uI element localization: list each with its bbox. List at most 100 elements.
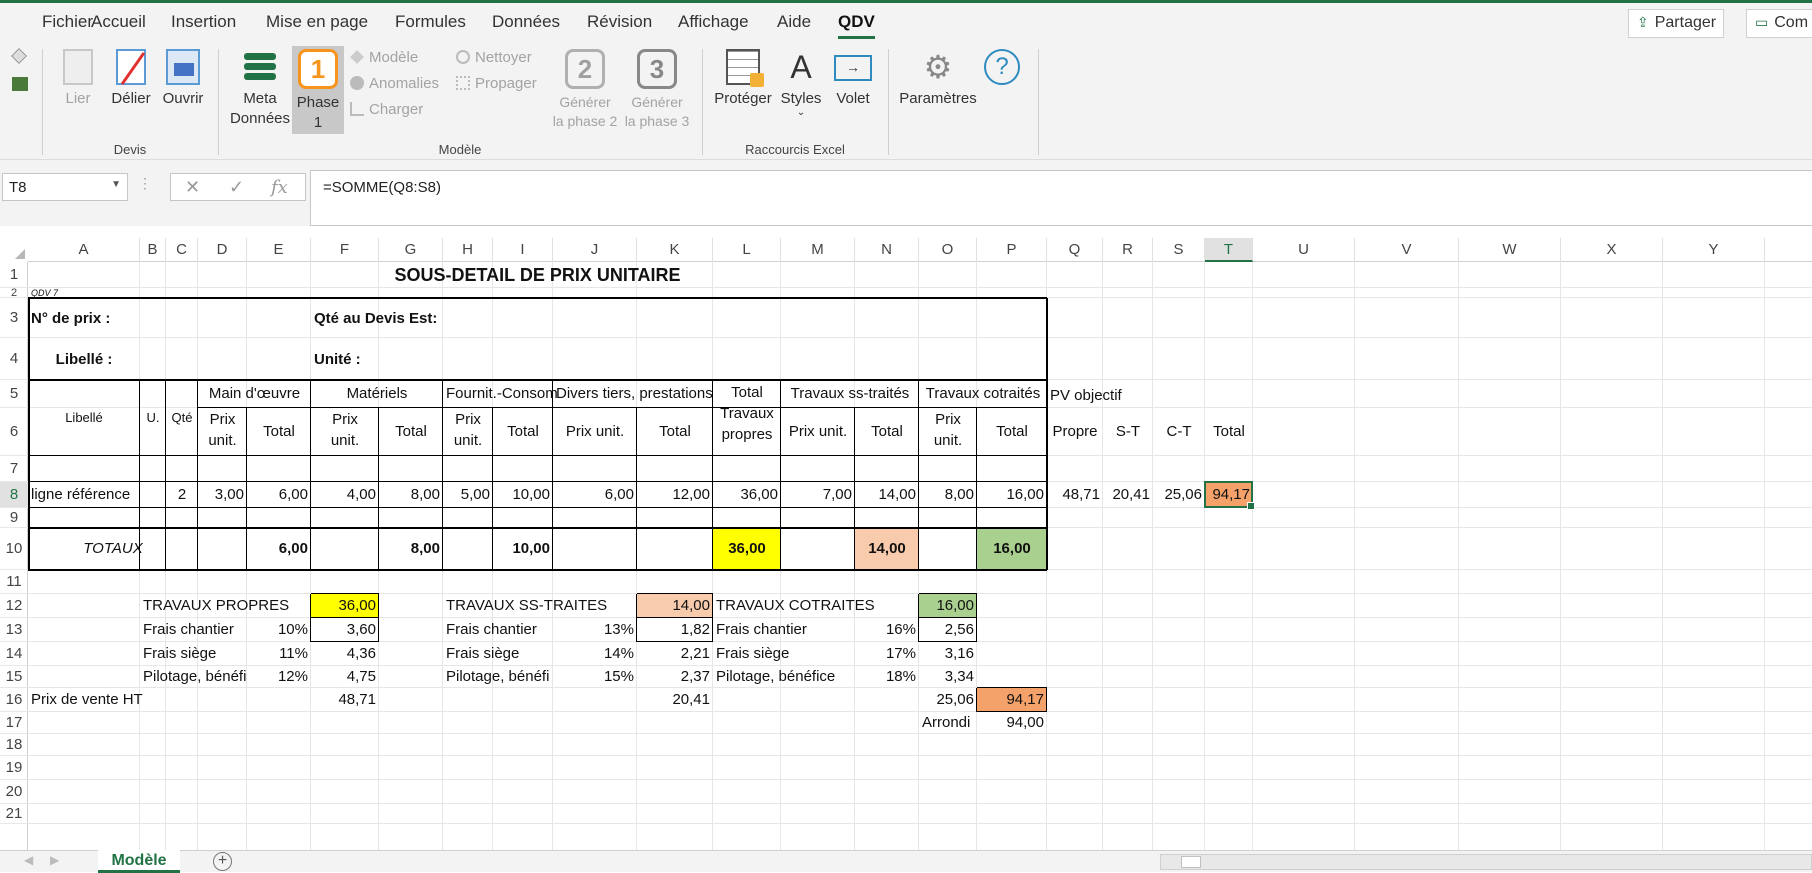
horizontal-scrollbar[interactable] [1160,854,1812,870]
tab-donnees[interactable]: Données [492,12,560,32]
row-header-4[interactable]: 4 [0,338,28,380]
check-icon[interactable]: ✓ [229,177,244,198]
function-icon[interactable]: fx [271,177,288,198]
tab-qdv[interactable]: QDV [838,12,875,39]
delier-button[interactable]: Délier [108,49,154,109]
column-header-s[interactable]: S [1153,238,1205,262]
modele-button[interactable]: Modèle [350,49,418,66]
table-green-icon[interactable] [12,77,28,91]
column-header-w[interactable]: W [1459,238,1561,262]
cube-icon[interactable] [11,48,27,64]
total-n: 14,00 [868,540,906,557]
row-header-1[interactable]: 1 [0,262,28,288]
phase-1-button[interactable]: 1 Phase 1 [292,46,344,134]
row-header-2[interactable]: 2 [0,288,28,299]
column-header-u[interactable]: U [1253,238,1355,262]
worksheet-grid[interactable]: SOUS-DETAIL DE PRIX UNITAIRE QDV 7 N° de p… [28,262,1812,850]
cell-o8: 8,00 [944,486,974,503]
column-header-b[interactable]: B [140,238,166,262]
row-header-8[interactable]: 8 [0,482,28,508]
tab-aide[interactable]: Aide [777,12,811,32]
tab-fichier[interactable]: Fichier [42,12,93,32]
column-header-i[interactable]: I [493,238,553,262]
scroll-right-icon[interactable]: ▶ [50,853,59,867]
row-header-20[interactable]: 20 [0,780,28,804]
column-header-x[interactable]: X [1561,238,1663,262]
formula-input[interactable]: =SOMME(Q8:S8) [310,170,1812,226]
row-header-21[interactable]: 21 [0,804,28,824]
ouvrir-button[interactable]: Ouvrir [160,49,206,109]
scroll-left-icon[interactable]: ◀ [24,853,33,867]
column-header-v[interactable]: V [1355,238,1459,262]
chevron-down-icon[interactable]: ▼ [111,179,121,190]
column-header-l[interactable]: L [713,238,781,262]
tab-revision[interactable]: Révision [587,12,652,32]
recap-st-fs-pct: 14% [603,645,634,662]
meta-donnees-button[interactable]: Meta Données [226,49,294,129]
share-button[interactable]: ⇪ Partager [1628,9,1724,38]
anomalies-button[interactable]: Anomalies [350,75,439,92]
row-header-5[interactable]: 5 [0,380,28,408]
column-header-c[interactable]: C [166,238,198,262]
row-header-16[interactable]: 16 [0,688,28,712]
row-header-13[interactable]: 13 [0,618,28,642]
column-header-q[interactable]: Q [1047,238,1103,262]
tab-formules[interactable]: Formules [395,12,466,32]
styles-button[interactable]: A Styles ⌄ [778,49,824,118]
row-header-11[interactable]: 11 [0,570,28,594]
tab-affichage[interactable]: Affichage [678,12,749,32]
tab-accueil[interactable]: Accueil [91,12,146,32]
cancel-icon[interactable]: ✕ [185,177,200,198]
column-header-n[interactable]: N [855,238,919,262]
row-header-6[interactable]: 6 [0,408,28,456]
column-header-r[interactable]: R [1103,238,1153,262]
tab-insertion[interactable]: Insertion [171,12,236,32]
row-header-18[interactable]: 18 [0,734,28,756]
sheet-tab-modele[interactable]: Modèle [98,850,180,873]
volet-button[interactable]: → Volet [830,49,876,109]
subheader-total: Total [659,423,691,440]
lier-button[interactable]: Lier [60,49,96,109]
recap-st-fs-label: Frais siège [446,645,520,662]
column-header-y[interactable]: Y [1663,238,1765,262]
column-header-f[interactable]: F [311,238,379,262]
column-header-k[interactable]: K [637,238,713,262]
selected-cell-t8[interactable] [1204,481,1255,510]
parametres-button[interactable]: ⚙ Paramètres [896,49,980,109]
row-header-10[interactable]: 10 [0,528,28,570]
recap-ct-fs-pct: 17% [885,645,916,662]
row-header-17[interactable]: 17 [0,712,28,734]
link-doc-icon [63,49,93,85]
generer-phase-2-button[interactable]: 2 Générer la phase 2 [550,49,620,131]
generer-phase-3-button[interactable]: 3 Générer la phase 3 [622,49,692,131]
nettoyer-button[interactable]: Nettoyer [456,49,532,66]
column-header-o[interactable]: O [919,238,977,262]
column-header-t[interactable]: T [1205,238,1253,262]
row-header-3[interactable]: 3 [0,298,28,338]
column-header-g[interactable]: G [379,238,443,262]
name-box[interactable]: T8 ▼ [2,173,128,201]
row-header-12[interactable]: 12 [0,594,28,618]
column-header-e[interactable]: E [247,238,311,262]
column-header-j[interactable]: J [553,238,637,262]
charger-button[interactable]: Charger [350,101,423,118]
row-header-7[interactable]: 7 [0,456,28,482]
column-header-h[interactable]: H [443,238,493,262]
comment-icon: ▭ [1755,14,1769,30]
row-header-14[interactable]: 14 [0,642,28,666]
column-header-m[interactable]: M [781,238,855,262]
select-all-corner[interactable] [0,238,28,262]
help-button[interactable]: ? [982,49,1022,89]
row-header-9[interactable]: 9 [0,508,28,528]
propager-button[interactable]: Propager [456,75,537,92]
proteger-button[interactable]: Protéger [710,49,776,109]
column-header-d[interactable]: D [198,238,247,262]
column-header-p[interactable]: P [977,238,1047,262]
row-header-19[interactable]: 19 [0,756,28,780]
column-header-a[interactable]: A [28,238,140,262]
row-header-15[interactable]: 15 [0,666,28,688]
tab-mise-en-page[interactable]: Mise en page [266,12,368,32]
comments-button[interactable]: ▭ Com [1746,9,1812,38]
scrollbar-thumb[interactable] [1181,856,1201,868]
add-sheet-button[interactable]: + [213,852,232,871]
